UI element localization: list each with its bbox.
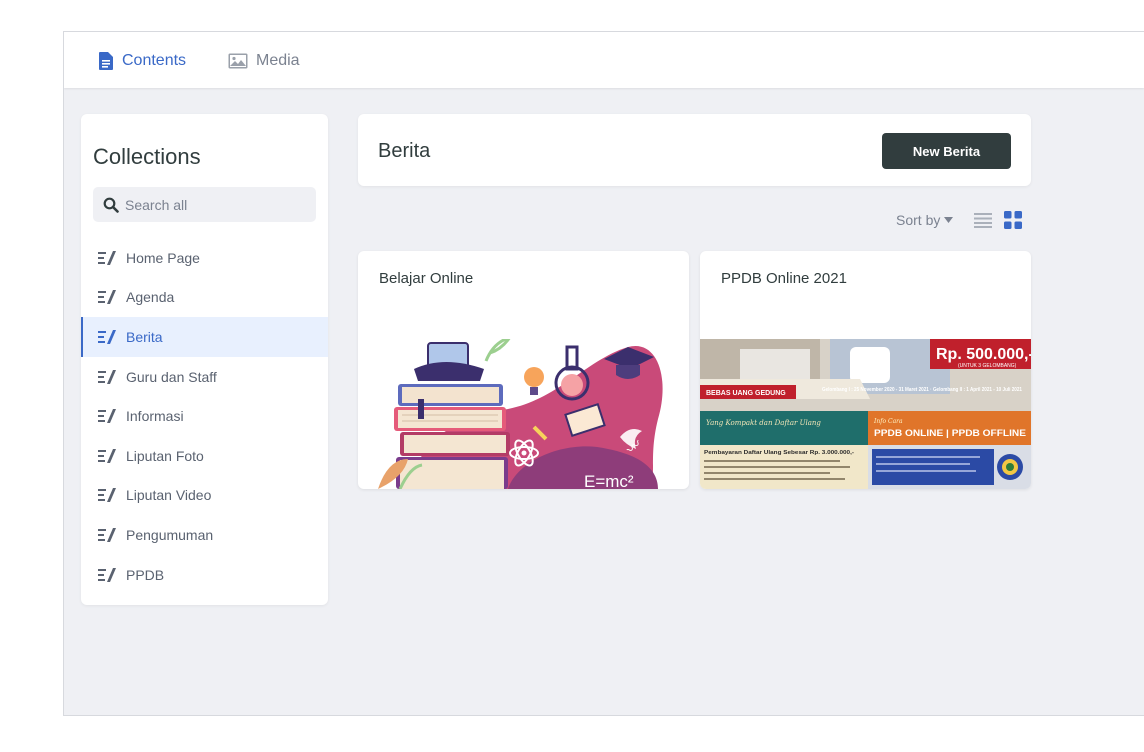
- ppdb-price-text: Rp. 500.000,-: [936, 346, 1031, 363]
- new-entry-button[interactable]: New Berita: [882, 133, 1011, 169]
- sort-by-label: Sort by: [896, 212, 941, 228]
- sidebar-item-agenda[interactable]: Agenda: [81, 278, 328, 318]
- sidebar-item-label: Liputan Video: [126, 487, 212, 504]
- collection-header: Berita New Berita: [358, 114, 1031, 186]
- write-icon: [98, 250, 116, 265]
- entry-card-thumbnail: 〰 E=mc²: [378, 339, 663, 489]
- sidebar-item-informasi[interactable]: Informasi: [81, 396, 328, 436]
- write-icon: [98, 448, 116, 463]
- sidebar-item-label: Guru dan Staff: [126, 368, 217, 385]
- write-icon: [98, 409, 116, 424]
- image-icon: [228, 53, 248, 69]
- document-icon: [99, 52, 113, 70]
- write-icon: [98, 567, 116, 582]
- grid-view-button[interactable]: [1003, 210, 1023, 230]
- write-icon: [98, 329, 116, 344]
- ppdb-price-note: (UNTUK 3 GELOMBANG): [958, 363, 1017, 369]
- sidebar-item-berita[interactable]: Berita: [81, 317, 328, 357]
- tab-media-label: Media: [256, 52, 300, 69]
- sidebar-title: Collections: [93, 144, 201, 169]
- entry-card-title: PPDB Online 2021: [721, 270, 847, 287]
- entry-card-ppdb-online-2021[interactable]: PPDB Online 2021 Rp. 500.000,- (UNTUK 3 …: [700, 251, 1031, 489]
- tab-media[interactable]: Media: [228, 50, 300, 72]
- entry-card-thumbnail: Rp. 500.000,- (UNTUK 3 GELOMBANG) BEBAS …: [700, 339, 1031, 489]
- ppdb-banner-left: BEBAS UANG GEDUNG: [706, 390, 786, 397]
- ppdb-mode-text: PPDB ONLINE | PPDB OFFLINE: [874, 428, 1026, 438]
- caret-down-icon: [944, 217, 954, 223]
- collection-list: Home Page Agenda Berita Guru dan Staff I…: [81, 238, 328, 594]
- sidebar-item-ppdb[interactable]: PPDB: [81, 555, 328, 595]
- collections-sidebar: Collections Home Page Agenda Berita: [81, 114, 328, 605]
- collection-title: Berita: [378, 140, 431, 162]
- entry-card-belajar-online[interactable]: Belajar Online 〰 E=mc²: [358, 251, 689, 489]
- ppdb-script-text: Yang Kompakt dan Daftar Ulang: [706, 419, 821, 427]
- tab-contents[interactable]: Contents: [98, 50, 186, 72]
- list-icon: [974, 213, 993, 228]
- sidebar-item-home-page[interactable]: Home Page: [81, 238, 328, 278]
- sort-by-dropdown[interactable]: Sort by: [896, 212, 954, 228]
- sidebar-item-label: Berita: [126, 328, 163, 345]
- sidebar-item-label: Informasi: [126, 408, 184, 425]
- search-input[interactable]: [125, 196, 305, 213]
- sidebar-item-label: Liputan Foto: [126, 447, 204, 464]
- sidebar-item-label: Pengumuman: [126, 526, 214, 543]
- sidebar-item-label: Home Page: [126, 249, 200, 266]
- sidebar-item-guru-dan-staff[interactable]: Guru dan Staff: [81, 357, 328, 397]
- list-view-button[interactable]: [973, 210, 993, 230]
- sidebar-item-liputan-foto[interactable]: Liputan Foto: [81, 436, 328, 476]
- write-icon: [98, 290, 116, 305]
- formula-text: E=mc²: [584, 472, 634, 489]
- grid-icon: [1004, 211, 1023, 229]
- top-navigation: Contents Media: [64, 32, 1144, 88]
- ppdb-info-label: Info Cara: [873, 418, 903, 425]
- search-icon: [103, 197, 119, 213]
- write-icon: [98, 488, 116, 503]
- ppdb-fee-text: Pembayaran Daftar Ulang Sebesar Rp. 3.00…: [704, 450, 854, 456]
- sidebar-item-pengumuman[interactable]: Pengumuman: [81, 515, 328, 555]
- write-icon: [98, 527, 116, 542]
- view-controls: Sort by: [896, 210, 1023, 230]
- entry-card-title: Belajar Online: [379, 270, 474, 287]
- search-box: [93, 187, 316, 222]
- sidebar-item-label: Agenda: [126, 289, 175, 306]
- sidebar-item-liputan-video[interactable]: Liputan Video: [81, 476, 328, 516]
- tab-contents-label: Contents: [122, 52, 187, 69]
- write-icon: [98, 369, 116, 384]
- ppdb-wave-text: Gelombang I : 25 November 2020 - 31 Mare…: [822, 387, 1022, 393]
- cms-app: Contents Media Collections Home Page: [63, 31, 1144, 716]
- sidebar-item-label: PPDB: [126, 566, 165, 583]
